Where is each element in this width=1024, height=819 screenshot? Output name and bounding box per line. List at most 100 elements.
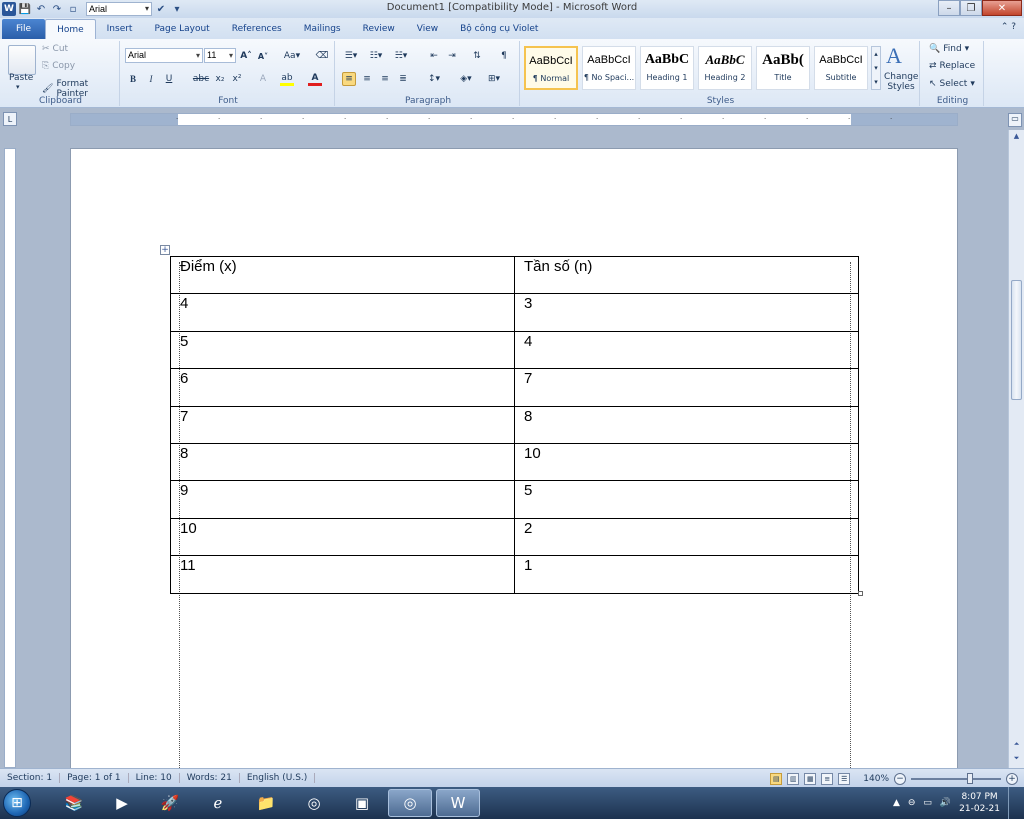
decrease-indent-icon[interactable]: ⇤: [427, 49, 441, 63]
paste-dropdown-icon[interactable]: ▾: [16, 83, 20, 91]
styles-scroll-icon[interactable]: ▴ ▾ ▾: [871, 46, 881, 90]
table-cell[interactable]: 1: [514, 555, 859, 594]
horizontal-ruler[interactable]: · · · · · · · · · · · · · · · · · ·: [70, 113, 958, 126]
multilevel-list-icon[interactable]: ☵▾: [392, 49, 410, 63]
table-cell[interactable]: 10: [170, 517, 515, 557]
redo-icon[interactable]: ↷: [50, 2, 64, 16]
bullets-icon[interactable]: ☰▾: [342, 49, 360, 63]
bold-icon[interactable]: B: [126, 72, 140, 86]
tab-review[interactable]: Review: [352, 19, 406, 39]
scroll-up-icon[interactable]: ▲: [1011, 132, 1022, 144]
game-icon[interactable]: 🚀: [148, 789, 192, 817]
web-layout-icon[interactable]: ▦: [804, 772, 817, 785]
highlight-icon[interactable]: ab: [280, 72, 294, 86]
change-styles-icon[interactable]: A: [886, 43, 902, 69]
table-cell[interactable]: 7: [170, 405, 515, 444]
status-line[interactable]: Line: 10: [129, 773, 180, 783]
style-heading-2[interactable]: AaBbC Heading 2: [698, 46, 752, 90]
font-size-box[interactable]: 11: [204, 48, 236, 63]
word-logo-icon[interactable]: W: [2, 2, 16, 16]
view-ruler-icon[interactable]: ▭: [1008, 113, 1022, 127]
quick-font-box[interactable]: Arial: [86, 2, 152, 16]
line-spacing-icon[interactable]: ↕▾: [425, 72, 443, 86]
file-explorer-icon[interactable]: 📁: [244, 789, 288, 817]
vertical-ruler[interactable]: [4, 148, 16, 768]
spelling-icon[interactable]: ✔: [154, 2, 168, 16]
table-cell[interactable]: 9: [170, 480, 515, 519]
table-cell[interactable]: 10: [514, 442, 859, 482]
table-resize-handle-icon[interactable]: [858, 591, 863, 596]
zoom-out-icon[interactable]: −: [894, 772, 906, 785]
show-hidden-icons-icon[interactable]: ▲: [893, 798, 900, 808]
table-cell[interactable]: 3: [514, 293, 859, 332]
show-desktop-button[interactable]: [1008, 787, 1018, 819]
start-button[interactable]: ⊞: [0, 787, 34, 819]
align-center-icon[interactable]: ≡: [360, 72, 374, 86]
undo-icon[interactable]: ↶: [34, 2, 48, 16]
volume-icon[interactable]: 🔊: [940, 798, 951, 808]
borders-icon[interactable]: ⊞▾: [485, 72, 503, 86]
style-no-spacing[interactable]: AaBbCcI ¶ No Spaci...: [582, 46, 636, 90]
table-cell[interactable]: 5: [514, 480, 859, 519]
superscript-icon[interactable]: x²: [230, 72, 244, 86]
media-player-icon[interactable]: ▶: [100, 789, 144, 817]
grow-font-icon[interactable]: A˄: [239, 49, 253, 63]
text-effects-icon[interactable]: A: [256, 72, 270, 86]
vertical-scrollbar[interactable]: ▲ ⏶ ⏷: [1008, 130, 1024, 768]
table-cell[interactable]: 6: [170, 368, 515, 407]
table-cell[interactable]: 2: [514, 517, 859, 557]
table-cell[interactable]: 8: [514, 405, 859, 444]
paste-icon[interactable]: [8, 45, 36, 75]
clock[interactable]: 8:07 PM 21-02-21: [959, 791, 1000, 815]
close-button[interactable]: ✕: [982, 0, 1022, 16]
cut-button[interactable]: ✂ Cut: [42, 44, 68, 54]
status-page[interactable]: Page: 1 of 1: [60, 773, 129, 783]
underline-icon[interactable]: U: [162, 72, 176, 86]
table-header-cell[interactable]: Điểm (x): [170, 255, 515, 295]
violet-active-icon[interactable]: ◎: [388, 789, 432, 817]
align-left-icon[interactable]: ≡: [342, 72, 356, 86]
style-normal[interactable]: AaBbCcI ¶ Normal: [524, 46, 578, 90]
change-styles-button[interactable]: Change Styles: [884, 72, 918, 92]
select-button[interactable]: ↖ Select ▾: [929, 79, 975, 89]
table-cell[interactable]: 7: [514, 368, 859, 407]
tab-page-layout[interactable]: Page Layout: [143, 19, 220, 39]
network-app-icon[interactable]: ▣: [340, 789, 384, 817]
change-case-icon[interactable]: Aa▾: [282, 49, 302, 63]
table-move-handle-icon[interactable]: +: [160, 245, 170, 255]
new-document-icon[interactable]: ▫: [66, 2, 80, 16]
show-marks-icon[interactable]: ¶: [497, 49, 511, 63]
sort-icon[interactable]: ⇅: [470, 49, 484, 63]
minimize-button[interactable]: –: [938, 0, 960, 16]
align-right-icon[interactable]: ≡: [378, 72, 392, 86]
tab-home[interactable]: Home: [45, 19, 96, 39]
status-language[interactable]: English (U.S.): [240, 773, 316, 783]
shrink-font-icon[interactable]: A˅: [256, 49, 270, 63]
find-button[interactable]: 🔍 Find ▾: [929, 44, 969, 54]
full-screen-reading-icon[interactable]: ▥: [787, 772, 800, 785]
internet-explorer-icon[interactable]: ℯ: [196, 789, 240, 817]
table-cell[interactable]: 5: [170, 330, 515, 370]
tab-violet[interactable]: Bộ công cụ Violet: [449, 19, 549, 39]
italic-icon[interactable]: I: [144, 72, 158, 86]
paste-button[interactable]: Paste: [9, 73, 33, 83]
draft-icon[interactable]: ☰: [838, 772, 851, 785]
customize-toolbar-icon[interactable]: ▾: [170, 2, 184, 16]
tab-insert[interactable]: Insert: [96, 19, 144, 39]
style-heading-1[interactable]: AaBbC Heading 1: [640, 46, 694, 90]
font-color-icon[interactable]: A: [308, 72, 322, 86]
style-subtitle[interactable]: AaBbCcI Subtitle: [814, 46, 868, 90]
font-name-box[interactable]: Arial: [125, 48, 203, 63]
word-taskbar-icon[interactable]: W: [436, 789, 480, 817]
clear-formatting-icon[interactable]: ⌫: [315, 49, 329, 63]
print-layout-icon[interactable]: ▤: [770, 772, 783, 785]
table-cell[interactable]: 4: [514, 330, 859, 370]
subscript-icon[interactable]: x₂: [213, 72, 227, 86]
violet-icon[interactable]: ◎: [292, 789, 336, 817]
zoom-slider[interactable]: [911, 772, 1001, 784]
network-status-icon[interactable]: ⊖: [908, 798, 916, 808]
increase-indent-icon[interactable]: ⇥: [445, 49, 459, 63]
status-words[interactable]: Words: 21: [180, 773, 240, 783]
zoom-slider-thumb[interactable]: [967, 772, 973, 784]
outline-icon[interactable]: ≡: [821, 772, 834, 785]
